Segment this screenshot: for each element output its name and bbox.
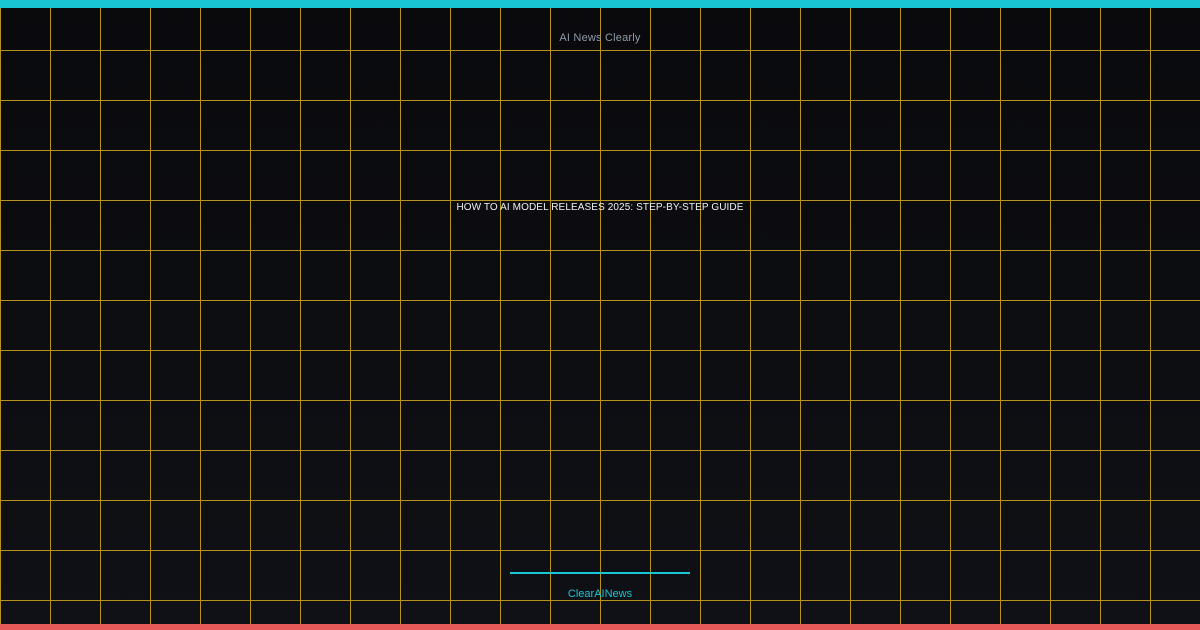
background-grid: [0, 0, 1200, 630]
accent-divider: [510, 572, 690, 574]
social-card: AI News Clearly HOW TO AI MODEL RELEASES…: [0, 0, 1200, 630]
brand-name: AI News Clearly: [559, 32, 641, 44]
top-accent-bar: [0, 0, 1200, 8]
bottom-accent-bar: [0, 624, 1200, 630]
headline: HOW TO AI MODEL RELEASES 2025: STEP-BY-S…: [456, 202, 744, 213]
footer-handle: ClearAINews: [567, 588, 633, 600]
